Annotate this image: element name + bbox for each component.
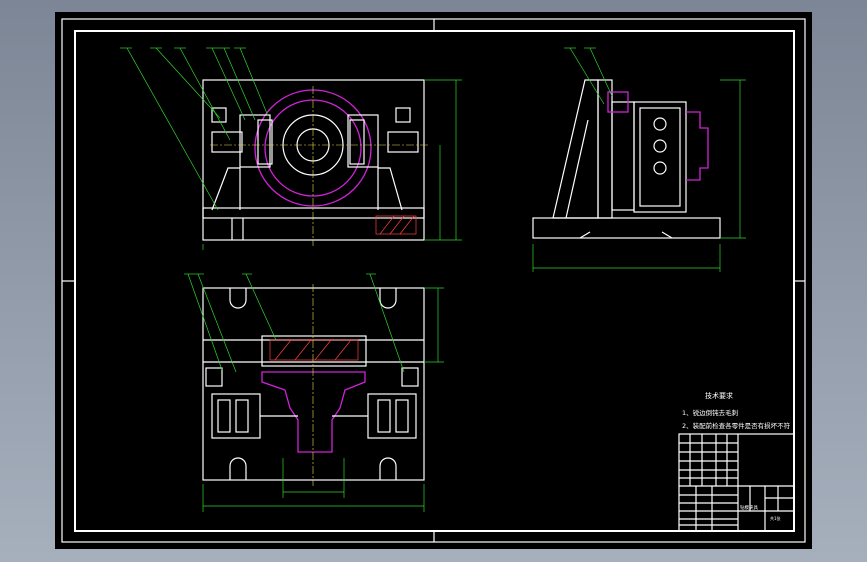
sheet-label: 共1张 xyxy=(770,515,781,521)
paper xyxy=(55,12,812,549)
tech-req-item-1: 1、锐边倒钝去毛刺 xyxy=(682,408,738,417)
drawing-sheet: 技术要求 1、锐边倒钝去毛刺 2、装配前检查各零件是否有损坏不符 钻模夹具 共1… xyxy=(55,12,812,549)
tech-req-item-2: 2、装配前检查各零件是否有损坏不符 xyxy=(682,421,791,430)
tech-req-title: 技术要求 xyxy=(705,391,733,400)
drawing-name: 钻模夹具 xyxy=(740,504,758,511)
cad-viewport[interactable]: 技术要求 1、锐边倒钝去毛刺 2、装配前检查各零件是否有损坏不符 钻模夹具 共1… xyxy=(0,0,867,562)
